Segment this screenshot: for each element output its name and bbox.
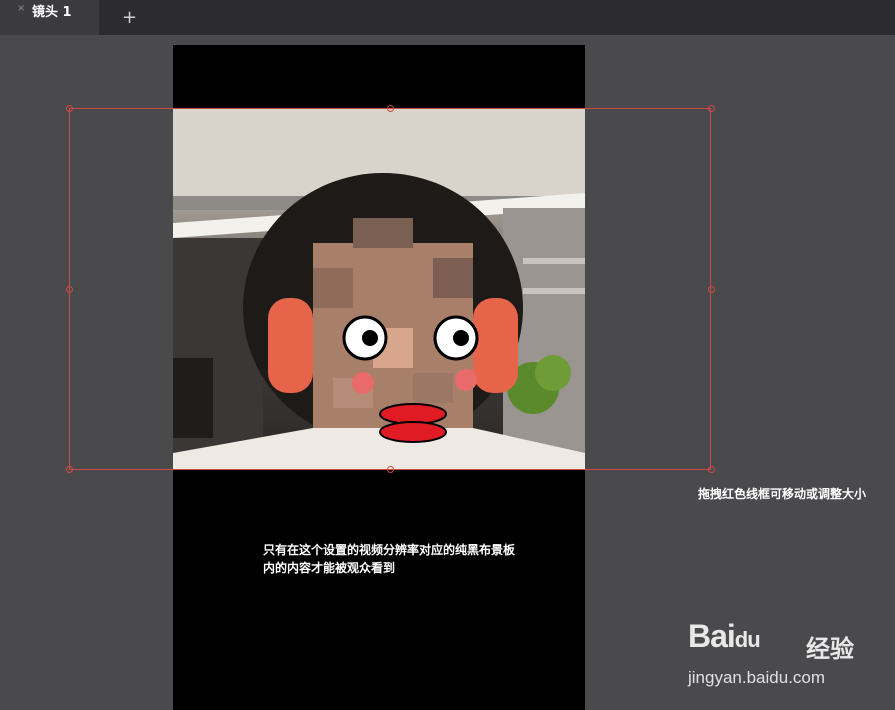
caption-line-2: 内的内容才能被观众看到: [263, 561, 396, 575]
resize-handle-bottom-left[interactable]: [66, 466, 73, 473]
baidu-watermark: Baidu 经验 jingyan.baidu.com: [688, 618, 888, 690]
tab-label: 镜头 1: [32, 5, 72, 20]
watermark-brand: Baidu: [688, 618, 761, 654]
frame-hint-text: 拖拽红色线框可移动或调整大小: [698, 487, 867, 501]
add-tab-button[interactable]: +: [122, 6, 137, 30]
resize-handle-top-left[interactable]: [66, 105, 73, 112]
watermark-cn: 经验: [806, 635, 854, 663]
resize-handle-top[interactable]: [387, 105, 394, 112]
backdrop-caption: 只有在这个设置的视频分辨率对应的纯黑布景板 内的内容才能被观众看到: [263, 541, 583, 577]
resize-handle-left[interactable]: [66, 286, 73, 293]
caption-line-1: 只有在这个设置的视频分辨率对应的纯黑布景板: [263, 543, 516, 557]
tab-bar: × 镜头 1 +: [0, 0, 895, 35]
watermark-url: jingyan.baidu.com: [688, 668, 826, 687]
resize-handle-bottom[interactable]: [387, 466, 394, 473]
resize-handle-right[interactable]: [708, 286, 715, 293]
resize-handle-top-right[interactable]: [708, 105, 715, 112]
resize-handle-bottom-right[interactable]: [708, 466, 715, 473]
selection-frame[interactable]: [69, 108, 711, 470]
tab-scene-1[interactable]: × 镜头 1: [0, 0, 99, 35]
close-icon[interactable]: ×: [17, 3, 25, 14]
